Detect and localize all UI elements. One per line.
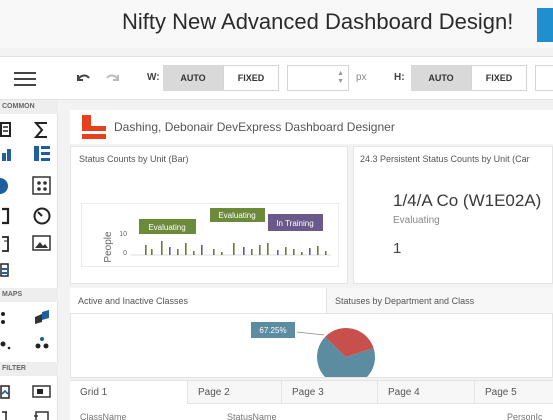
redo-icon[interactable] — [104, 69, 122, 87]
y-tick-0: 0 — [123, 250, 127, 257]
width-auto-button[interactable]: AUTO — [163, 65, 223, 91]
bar-mark — [145, 245, 147, 255]
tab-active-inactive-classes[interactable]: Active and Inactive Classes — [70, 288, 326, 314]
height-auto-button[interactable]: AUTO — [411, 65, 471, 91]
pie-slice-label: 67.25% — [251, 322, 295, 338]
y-axis-label: People — [103, 231, 114, 263]
tab-statuses-by-department[interactable]: Statuses by Department and Class — [326, 288, 553, 314]
bar-mark — [243, 247, 245, 255]
column-header-classname[interactable]: ClassName — [80, 412, 127, 420]
card-title: 1/4/A Co (W1E02A) — [393, 191, 542, 210]
cards-item-icon[interactable] — [32, 176, 52, 196]
toolbar: W: AUTO FIXED ▲ ▼ px H: AUTO FIXED — [0, 56, 553, 100]
bar-mark — [161, 241, 163, 255]
grid-header-row: ClassName StatusName PersonIc — [70, 404, 553, 420]
svg-text:Evaluating: Evaluating — [148, 223, 185, 232]
tab-grid-1[interactable]: Grid 1 — [70, 381, 188, 405]
list-box-icon[interactable] — [32, 382, 52, 402]
tab-page-2[interactable]: Page 2 — [188, 381, 282, 405]
pie-item-icon[interactable] — [0, 176, 20, 196]
gauge-dial-icon[interactable] — [32, 206, 52, 226]
bar-mark — [201, 245, 203, 255]
gauge-item-icon[interactable] — [0, 206, 20, 226]
section-maps: MAPS — [0, 288, 58, 302]
bar-mark — [325, 251, 327, 255]
bar-mark — [251, 249, 253, 255]
height-fixed-button[interactable]: FIXED — [471, 65, 527, 91]
card-value: 1 — [393, 240, 402, 257]
width-input[interactable]: ▲ ▼ — [287, 65, 349, 91]
dashboard-header: Dashing, Debonair DevExpress Dashboard D… — [70, 110, 553, 144]
bar-mark — [193, 251, 195, 255]
height-label: H: — [394, 72, 405, 83]
geo-point-map-icon[interactable] — [0, 308, 20, 328]
svg-text:In Training: In Training — [276, 219, 313, 228]
sum-icon[interactable] — [32, 120, 52, 140]
bar-mark — [267, 243, 269, 255]
pie-chart: 67.25% — [251, 322, 375, 377]
svg-text:Evaluating: Evaluating — [218, 211, 255, 220]
bar-mark — [309, 248, 311, 255]
bar-mark — [213, 249, 215, 255]
bar-mark — [185, 243, 187, 255]
tab-page-5[interactable]: Page 5 — [475, 381, 553, 405]
bar-mark — [151, 249, 153, 255]
bar-mark — [277, 250, 279, 255]
bar-chart-panel[interactable]: Status Counts by Unit (Bar) People 10 0 … — [70, 146, 348, 284]
bar-mark — [285, 247, 287, 255]
bubble-map-icon[interactable] — [0, 334, 20, 354]
devexpress-logo-icon — [82, 115, 106, 139]
page-title: Nifty New Advanced Dashboard Design! — [122, 9, 514, 34]
data-label-in-training: In Training — [268, 214, 323, 231]
bar-mark — [169, 247, 171, 255]
scatter-chart-icon[interactable] — [32, 144, 52, 164]
range-filter-icon[interactable] — [0, 260, 20, 280]
tab-page-3[interactable]: Page 3 — [282, 381, 378, 405]
bar-mark — [301, 252, 303, 255]
undo-icon[interactable] — [74, 69, 92, 87]
width-fixed-button[interactable]: FIXED — [223, 65, 279, 91]
item-toolbox: COMMON MAPS FILTER — [0, 100, 58, 420]
combo-box-icon[interactable] — [0, 382, 20, 402]
tree-view-icon[interactable] — [0, 406, 20, 420]
text-box-icon[interactable] — [0, 234, 20, 254]
column-header-personid[interactable]: PersonIc — [507, 412, 543, 420]
tab-page-4[interactable]: Page 4 — [378, 381, 475, 405]
bar-mark — [221, 252, 223, 255]
pie-map-icon[interactable] — [32, 334, 52, 354]
bar-mark — [293, 249, 295, 255]
bar-chart: People 10 0 Evaluating Evaluating In Tra… — [81, 203, 339, 267]
dashboard-title: Dashing, Debonair DevExpress Dashboard D… — [114, 120, 395, 134]
bar-mark — [259, 245, 261, 255]
data-label-evaluating-1: Evaluating — [139, 219, 196, 234]
title-bar: Nifty New Advanced Dashboard Design! — [0, 0, 553, 48]
bar-chart-caption: Status Counts by Unit (Bar) — [79, 154, 189, 164]
column-header-statusname[interactable]: StatusName — [227, 412, 277, 420]
date-filter-icon[interactable] — [32, 406, 52, 420]
bar-mark — [177, 249, 179, 255]
grid-tab-strip: Grid 1 Page 2 Page 3 Page 4 Page 5 — [70, 380, 553, 405]
y-tick-10: 10 — [119, 231, 127, 238]
bar-mark — [317, 246, 319, 255]
svg-text:67.25%: 67.25% — [259, 326, 286, 335]
data-label-evaluating-2: Evaluating — [210, 208, 265, 222]
section-filter: FILTER — [0, 362, 58, 376]
grid-item-icon[interactable] — [0, 120, 20, 140]
section-common: COMMON — [0, 100, 58, 114]
image-item-icon[interactable] — [32, 234, 52, 254]
height-input[interactable] — [535, 65, 553, 91]
chart-item-icon[interactable] — [0, 144, 20, 164]
card-subtitle: Evaluating — [393, 215, 440, 226]
menu-icon[interactable] — [12, 69, 38, 89]
choropleth-map-icon[interactable] — [32, 308, 52, 328]
title-accent-button[interactable] — [537, 8, 553, 42]
card-caption: 24.3 Persistent Status Counts by Unit (C… — [360, 154, 530, 164]
card-panel[interactable]: 24.3 Persistent Status Counts by Unit (C… — [353, 146, 553, 284]
width-label: W: — [147, 72, 160, 83]
width-unit-label: px — [356, 72, 367, 83]
bar-mark — [233, 243, 235, 255]
